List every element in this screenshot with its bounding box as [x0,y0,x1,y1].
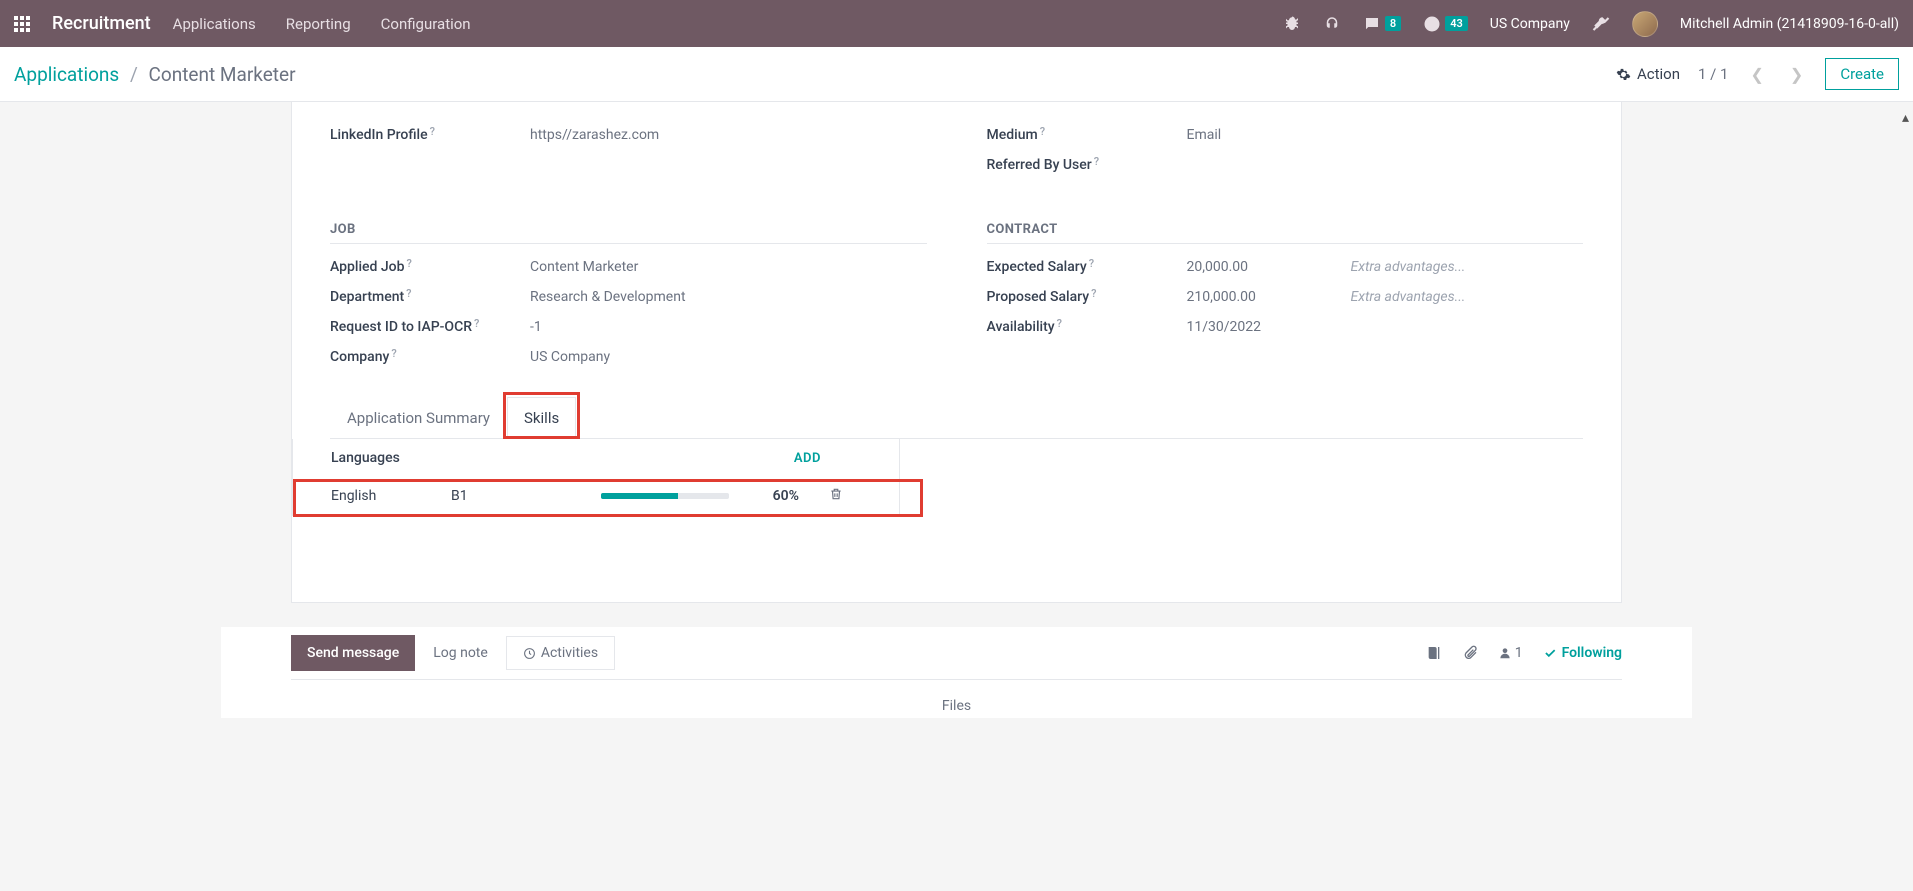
book-icon[interactable] [1426,645,1442,661]
add-skill-button[interactable]: ADD [794,451,821,466]
top-menu: Applications Reporting Configuration [173,15,471,33]
chat-icon [1363,15,1381,33]
applied-job-value[interactable]: Content Marketer [530,259,927,275]
top-navbar: Recruitment Applications Reporting Confi… [0,0,1913,47]
user-icon [1498,646,1512,660]
clock-icon [1423,15,1441,33]
skill-level[interactable]: B1 [451,488,601,504]
form-tabs: Application Summary Skills [330,396,1583,439]
skill-progress [601,493,729,499]
nav-applications[interactable]: Applications [173,15,256,33]
user-menu[interactable]: Mitchell Admin (21418909-16-0-all) [1680,16,1899,32]
department-value[interactable]: Research & Development [530,289,927,305]
bug-icon[interactable] [1283,15,1301,33]
action-dropdown[interactable]: Action [1616,65,1680,83]
gear-icon [1616,67,1631,82]
followers-count[interactable]: 1 [1498,645,1523,661]
proposed-extra-input[interactable] [1351,289,1584,305]
pager-next[interactable]: ❯ [1786,65,1807,84]
brand-label[interactable]: Recruitment [52,13,151,34]
nav-configuration[interactable]: Configuration [381,15,471,33]
skill-percent: 60% [741,488,799,504]
files-section-label: Files [291,680,1622,718]
request-id-value[interactable]: -1 [530,319,927,335]
log-note-button[interactable]: Log note [415,635,506,671]
form-sheet: LinkedIn Profile? https//zarashez.com Me… [291,102,1622,603]
linkedin-value[interactable]: https//zarashez.com [530,127,927,143]
availability-value[interactable]: 11/30/2022 [1187,319,1584,335]
messages-badge: 8 [1385,16,1401,31]
nav-reporting[interactable]: Reporting [286,15,351,33]
activities-button-chatter[interactable]: Activities [506,636,615,670]
check-icon [1543,646,1557,660]
medium-value[interactable]: Email [1187,127,1584,143]
breadcrumb: Applications / Content Marketer [14,63,296,86]
section-job: JOB [330,198,927,244]
avatar[interactable] [1632,11,1658,37]
send-message-button[interactable]: Send message [291,635,415,671]
breadcrumb-bar: Applications / Content Marketer Action 1… [0,47,1913,102]
support-icon[interactable] [1323,15,1341,33]
tools-icon[interactable] [1592,15,1610,33]
create-button[interactable]: Create [1825,58,1899,90]
attachment-icon[interactable] [1462,645,1478,661]
activities-badge: 43 [1445,16,1468,31]
company-value[interactable]: US Company [530,349,927,365]
skill-name[interactable]: English [331,488,451,504]
skill-row: English B1 60% [293,477,899,515]
scroll-up-arrow[interactable]: ▴ [1902,110,1909,126]
company-switcher[interactable]: US Company [1490,16,1570,32]
chatter: Send message Log note Activities 1 Follo… [221,627,1692,718]
following-button[interactable]: Following [1543,645,1622,661]
pager-prev[interactable]: ❮ [1747,65,1768,84]
tab-skills[interactable]: Skills [507,397,576,439]
expected-salary-value[interactable]: 20,000.00 [1187,259,1337,275]
skills-group-title: Languages [331,450,400,466]
tab-application-summary[interactable]: Application Summary [330,397,507,439]
section-contract: CONTRACT [987,198,1584,244]
expected-extra-input[interactable] [1351,259,1584,275]
clock-icon [523,647,536,660]
delete-skill-button[interactable] [829,487,843,505]
skills-panel: Languages ADD English B1 60% [292,439,900,516]
breadcrumb-root[interactable]: Applications [14,63,119,86]
activities-button[interactable]: 43 [1423,15,1468,33]
apps-icon[interactable] [14,16,30,32]
pager: 1 / 1 [1698,65,1729,83]
breadcrumb-current: Content Marketer [149,63,296,86]
trash-icon [829,487,843,501]
proposed-salary-value[interactable]: 210,000.00 [1187,289,1337,305]
messages-button[interactable]: 8 [1363,15,1401,33]
